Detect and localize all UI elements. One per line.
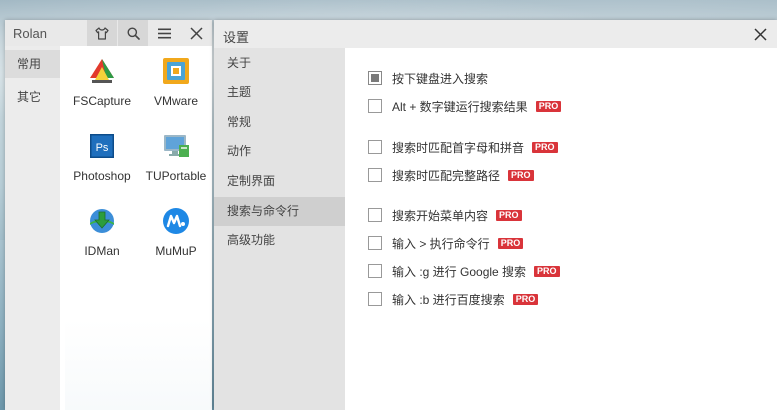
option-label: 搜索时匹配完整路径: [392, 168, 501, 183]
nav-item-about[interactable]: 关于: [214, 49, 345, 78]
app-label: FSCapture: [72, 94, 132, 108]
app-vmware[interactable]: VMware: [139, 56, 213, 108]
fscapture-icon: [90, 59, 114, 83]
option-label: Alt + 数字键运行搜索结果: [392, 99, 528, 114]
nav-item-customize[interactable]: 定制界面: [214, 167, 345, 196]
option-label: 搜索开始菜单内容: [392, 208, 489, 223]
checkbox[interactable]: [368, 99, 382, 113]
mumu-icon: [163, 208, 189, 234]
checkbox[interactable]: [368, 71, 382, 85]
checkbox[interactable]: [368, 236, 382, 250]
launcher-category-sidebar: 常用 其它: [5, 46, 60, 410]
pro-badge: PRO: [496, 209, 522, 221]
app-label: Photoshop: [73, 169, 131, 183]
svg-text:Ps: Ps: [96, 142, 109, 154]
app-mumu[interactable]: MuMuP: [139, 206, 213, 258]
checkbox[interactable]: [368, 168, 382, 182]
settings-close-button[interactable]: [749, 23, 771, 45]
settings-title: 设置: [223, 30, 250, 45]
shirt-icon: [95, 26, 109, 40]
pro-badge: PRO: [512, 293, 539, 305]
app-label: TUPortable: [145, 169, 207, 183]
search-icon: [127, 27, 140, 40]
menu-icon: [157, 28, 171, 38]
nav-item-search-command[interactable]: 搜索与命令行: [214, 197, 345, 226]
app-photoshop[interactable]: Ps Photoshop: [65, 131, 139, 183]
option-command-line[interactable]: 输入 > 执行命令行 PRO: [368, 235, 524, 251]
settings-titlebar: 设置: [214, 20, 777, 48]
app-fscapture[interactable]: FSCapture: [65, 56, 139, 108]
vmware-icon: [163, 58, 189, 84]
option-pinyin-match[interactable]: 搜索时匹配首字母和拼音 PRO: [368, 139, 558, 155]
app-idman[interactable]: IDMan: [65, 206, 139, 258]
app-label: IDMan: [84, 244, 120, 258]
checkbox[interactable]: [368, 292, 382, 306]
photoshop-icon: Ps: [90, 134, 114, 158]
tuportable-icon: [164, 135, 189, 157]
pro-badge: PRO: [532, 141, 558, 153]
option-label: 输入 > 执行命令行: [392, 236, 490, 251]
nav-item-advanced[interactable]: 高级功能: [214, 226, 345, 255]
app-tuportable[interactable]: TUPortable: [139, 131, 213, 183]
close-icon: [189, 26, 203, 40]
option-label: 按下键盘进入搜索: [392, 71, 489, 86]
option-baidu-search[interactable]: 输入 :b 进行百度搜索 PRO: [368, 291, 539, 307]
nav-item-actions[interactable]: 动作: [214, 137, 345, 166]
category-other[interactable]: 其它: [5, 83, 60, 111]
pro-badge: PRO: [508, 169, 534, 181]
app-label: MuMuP: [155, 244, 197, 258]
launcher-titlebar: Rolan: [5, 20, 212, 46]
option-keyboard-search[interactable]: 按下键盘进入搜索: [368, 70, 488, 86]
pro-badge: PRO: [535, 100, 562, 112]
launcher-close-button[interactable]: [181, 20, 211, 46]
option-alt-number[interactable]: Alt + 数字键运行搜索结果 PRO: [368, 98, 562, 114]
nav-item-general[interactable]: 常规: [214, 108, 345, 137]
checkbox[interactable]: [368, 264, 382, 278]
pro-badge: PRO: [534, 265, 560, 277]
option-label: 输入 :g 进行 Google 搜索: [392, 264, 527, 279]
nav-item-theme[interactable]: 主题: [214, 78, 345, 107]
option-label: 输入 :b 进行百度搜索: [392, 292, 505, 307]
close-icon: [753, 27, 767, 41]
launcher-app-grid: FSCapture VMware Ps Photoshop TUPortable…: [65, 46, 212, 410]
option-label: 搜索时匹配首字母和拼音: [392, 140, 525, 155]
settings-nav: 关于 主题 常规 动作 定制界面 搜索与命令行 高级功能: [214, 48, 345, 410]
launcher-title: Rolan: [13, 26, 47, 41]
skin-button[interactable]: [87, 20, 117, 46]
checkbox[interactable]: [368, 140, 382, 154]
option-start-menu[interactable]: 搜索开始菜单内容 PRO: [368, 207, 522, 223]
option-full-path[interactable]: 搜索时匹配完整路径 PRO: [368, 167, 534, 183]
app-label: VMware: [153, 94, 198, 108]
idman-icon: [90, 209, 114, 233]
category-common[interactable]: 常用: [5, 50, 60, 78]
settings-window: 设置 关于 主题 常规 动作 定制界面 搜索与命令行 高级功能 按下键盘进入搜索…: [214, 20, 777, 410]
option-google-search[interactable]: 输入 :g 进行 Google 搜索 PRO: [368, 263, 560, 279]
rolan-launcher-window: Rolan 常用 其它 FSCapture VMware Ps Photosho…: [5, 20, 212, 410]
settings-content: 按下键盘进入搜索 Alt + 数字键运行搜索结果 PRO 搜索时匹配首字母和拼音…: [345, 48, 777, 410]
pro-badge: PRO: [497, 237, 524, 249]
launcher-search-button[interactable]: [118, 20, 148, 46]
launcher-menu-button[interactable]: [149, 20, 179, 46]
checkbox[interactable]: [368, 208, 382, 222]
